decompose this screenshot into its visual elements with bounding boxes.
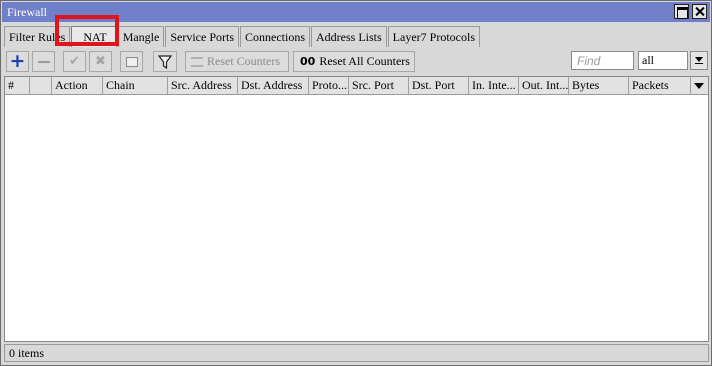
filter-select-dropdown-icon[interactable] [690, 51, 708, 70]
column-header-bytes[interactable]: Bytes [569, 77, 629, 94]
add-button[interactable]: + [6, 51, 29, 72]
tab-bar: Filter Rules NAT Mangle Service Ports Co… [4, 26, 481, 47]
column-header-src-port[interactable]: Src. Port [349, 77, 409, 94]
status-bar: 0 items [4, 344, 709, 362]
title-bar[interactable]: Firewall [2, 2, 710, 22]
reset-counters-icon [191, 56, 203, 67]
check-icon: ✔ [69, 54, 80, 69]
funnel-icon [158, 54, 172, 69]
reset-all-counters-icon: 00 [300, 55, 316, 68]
column-header-dst-address[interactable]: Dst. Address [238, 77, 309, 94]
column-header-in-interface[interactable]: In. Inte... [469, 77, 519, 94]
tab-layer7-protocols[interactable]: Layer7 Protocols [387, 26, 480, 47]
reset-counters-label: Reset Counters [207, 54, 280, 68]
column-header-src-address[interactable]: Src. Address [168, 77, 238, 94]
maximize-icon[interactable] [674, 4, 689, 19]
close-icon[interactable] [692, 4, 707, 19]
column-header-chain[interactable]: Chain [103, 77, 168, 94]
table-header: # Action Chain Src. Address Dst. Address… [5, 77, 708, 95]
tab-mangle[interactable]: Mangle [117, 26, 165, 47]
column-header-flags[interactable] [30, 77, 52, 94]
column-header-dst-port[interactable]: Dst. Port [409, 77, 469, 94]
find-input[interactable]: Find [571, 51, 634, 70]
plus-icon: + [9, 50, 26, 72]
toolbar: + ✔ ✖ Reset Counters 00 Reset All Counte… [4, 50, 709, 74]
column-header-action[interactable]: Action [52, 77, 103, 94]
remove-button[interactable] [32, 51, 55, 72]
disable-button[interactable]: ✖ [89, 51, 112, 72]
reset-all-counters-label: Reset All Counters [319, 54, 410, 68]
column-header-protocol[interactable]: Proto... [309, 77, 349, 94]
filter-select[interactable]: all [638, 51, 688, 70]
tab-filter-rules[interactable]: Filter Rules [4, 26, 71, 47]
tab-connections[interactable]: Connections [240, 26, 310, 47]
minus-icon [37, 60, 50, 63]
tab-address-lists[interactable]: Address Lists [311, 26, 387, 47]
column-header-out-interface[interactable]: Out. Int... [519, 77, 569, 94]
tab-service-ports[interactable]: Service Ports [165, 26, 239, 47]
firewall-window: Firewall Filter Rules NAT Mangle Service… [0, 0, 712, 366]
reset-all-counters-button[interactable]: 00 Reset All Counters [293, 51, 415, 72]
x-icon: ✖ [95, 54, 106, 69]
comment-button[interactable] [120, 51, 143, 72]
column-header-packets[interactable]: Packets [629, 77, 691, 94]
filter-button[interactable] [153, 51, 177, 72]
window-title: Firewall [7, 4, 47, 19]
tab-nat[interactable]: NAT [71, 26, 117, 47]
note-icon [125, 56, 138, 67]
column-menu-icon[interactable] [691, 77, 708, 94]
enable-button[interactable]: ✔ [63, 51, 86, 72]
column-header-number[interactable]: # [5, 77, 30, 94]
nat-rules-table: # Action Chain Src. Address Dst. Address… [4, 76, 709, 342]
reset-counters-button[interactable]: Reset Counters [185, 51, 289, 72]
